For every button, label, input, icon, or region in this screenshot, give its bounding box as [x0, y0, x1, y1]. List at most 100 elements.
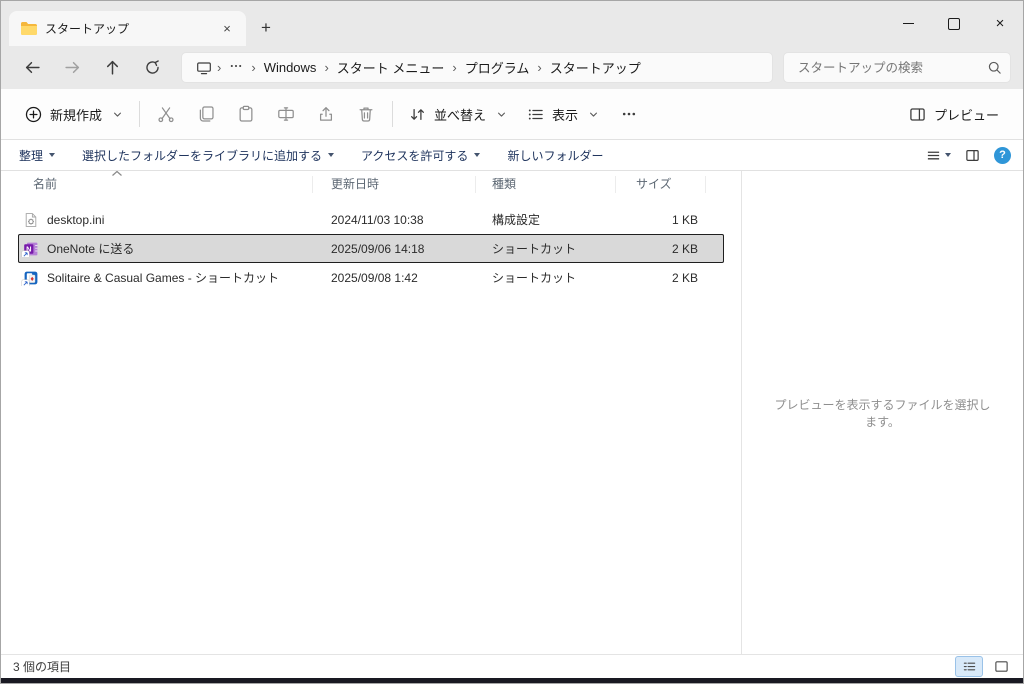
dropdown-triangle-icon: [49, 153, 55, 157]
titlebar: スタートアップ × + ×: [1, 1, 1023, 46]
up-button[interactable]: [95, 52, 129, 84]
rename-button[interactable]: [266, 97, 306, 131]
maximize-button[interactable]: [931, 1, 977, 46]
toolbar: 新規作成 並べ替え: [1, 89, 1023, 140]
more-dots-icon: [621, 106, 637, 122]
cut-icon: [157, 105, 175, 123]
breadcrumb-item-start-menu[interactable]: スタート メニュー: [330, 56, 452, 79]
file-size-cell: 1 KB: [616, 213, 706, 227]
navigation-bar: › › Windows › スタート メニュー › プログラム › スタートアッ…: [1, 46, 1023, 89]
new-folder-label: 新しいフォルダー: [507, 147, 603, 164]
file-row-solitaire-shortcut[interactable]: Solitaire & Casual Games - ショートカット 2025/…: [18, 263, 724, 292]
file-date-cell: 2025/09/06 14:18: [313, 242, 476, 256]
file-name: desktop.ini: [47, 213, 104, 227]
details-view-button[interactable]: [955, 656, 983, 677]
shortcut-arrow-icon: [22, 251, 29, 258]
chevron-right-icon: ›: [536, 60, 542, 75]
this-pc-icon[interactable]: [192, 60, 216, 76]
file-list-pane: 名前 更新日時 種類 サイズ desktop.ini 2024/11/03 10…: [1, 171, 741, 654]
new-button[interactable]: 新規作成: [15, 97, 133, 131]
cut-button[interactable]: [146, 97, 186, 131]
ini-file-icon: [23, 212, 39, 228]
tab-close-icon[interactable]: ×: [216, 18, 238, 40]
paste-icon: [237, 105, 255, 123]
paste-button[interactable]: [226, 97, 266, 131]
more-button[interactable]: [609, 97, 649, 131]
column-header-type[interactable]: 種類: [476, 176, 616, 193]
file-name-cell: Solitaire & Casual Games - ショートカット: [18, 269, 313, 286]
file-explorer-window: スタートアップ × + × ›: [0, 0, 1024, 684]
item-count: 3 個の項目: [13, 658, 71, 675]
sort-ascending-caret-icon: [111, 170, 123, 177]
add-to-library-label: 選択したフォルダーをライブラリに追加する: [82, 147, 322, 164]
share-access-menu[interactable]: アクセスを許可する: [361, 147, 480, 164]
close-button[interactable]: ×: [977, 1, 1023, 46]
view-button[interactable]: 表示: [517, 97, 609, 131]
taskbar-edge: [1, 678, 1023, 683]
list-lines-icon: [926, 148, 941, 163]
minimize-button[interactable]: [885, 1, 931, 46]
preview-toggle-button[interactable]: プレビュー: [899, 97, 1009, 131]
file-row-desktop-ini[interactable]: desktop.ini 2024/11/03 10:38 構成設定 1 KB: [18, 205, 724, 234]
sort-button-label: 並べ替え: [434, 105, 486, 124]
thumbnail-view-icon: [994, 659, 1009, 674]
file-date-cell: 2024/11/03 10:38: [313, 213, 476, 227]
breadcrumb[interactable]: › › Windows › スタート メニュー › プログラム › スタートアッ…: [181, 52, 773, 83]
file-name: Solitaire & Casual Games - ショートカット: [47, 269, 279, 286]
breadcrumb-item-programs[interactable]: プログラム: [458, 56, 537, 79]
chevron-right-icon: ›: [323, 60, 329, 75]
search-input[interactable]: [796, 60, 987, 76]
new-folder-button[interactable]: 新しいフォルダー: [507, 147, 603, 164]
breadcrumb-item-startup[interactable]: スタートアップ: [543, 56, 648, 79]
chevron-down-icon: [588, 109, 599, 120]
back-button[interactable]: [15, 52, 49, 84]
file-row-onenote-shortcut[interactable]: N OneNote に送る 2025/09/06 14:18 ショートカット 2…: [18, 234, 724, 263]
file-size-cell: 2 KB: [616, 271, 706, 285]
column-header-name[interactable]: 名前: [19, 176, 313, 193]
plus-circle-icon: [25, 106, 42, 123]
help-button[interactable]: ?: [994, 147, 1011, 164]
delete-button[interactable]: [346, 97, 386, 131]
search-icon: [987, 60, 1002, 75]
file-size-cell: 2 KB: [616, 242, 706, 256]
organize-menu[interactable]: 整理: [19, 147, 55, 164]
sort-button[interactable]: 並べ替え: [399, 97, 517, 131]
preview-panel-icon: [909, 106, 926, 123]
panel-icon: [965, 148, 980, 163]
copy-button[interactable]: [186, 97, 226, 131]
preview-pane: プレビューを表示するファイルを選択します。: [741, 171, 1023, 654]
status-view-toggles: [955, 656, 1015, 677]
new-button-label: 新規作成: [50, 105, 102, 124]
rename-icon: [277, 105, 295, 123]
dropdown-triangle-icon: [945, 153, 951, 157]
thumbnail-view-button[interactable]: [987, 656, 1015, 677]
back-arrow-icon: [24, 59, 41, 76]
main-area: 名前 更新日時 種類 サイズ desktop.ini 2024/11/03 10…: [1, 171, 1023, 654]
refresh-button[interactable]: [135, 52, 169, 84]
maximize-icon: [948, 18, 960, 30]
chevron-right-icon: ›: [250, 60, 256, 75]
dropdown-triangle-icon: [474, 153, 480, 157]
refresh-icon: [144, 59, 161, 76]
tab-title: スタートアップ: [45, 20, 208, 37]
add-to-library-menu[interactable]: 選択したフォルダーをライブラリに追加する: [82, 147, 334, 164]
breadcrumb-ellipsis[interactable]: [222, 57, 250, 78]
share-icon: [317, 105, 335, 123]
shortcut-arrow-icon: [22, 280, 29, 287]
minimize-icon: [903, 23, 914, 24]
share-access-label: アクセスを許可する: [361, 147, 468, 164]
details-view-icon: [962, 659, 977, 674]
view-button-label: 表示: [552, 105, 578, 124]
forward-button[interactable]: [55, 52, 89, 84]
column-header-date-modified[interactable]: 更新日時: [313, 176, 476, 193]
new-tab-button[interactable]: +: [252, 14, 280, 42]
preview-pane-button[interactable]: [965, 148, 980, 163]
change-view-button[interactable]: [926, 148, 951, 163]
breadcrumb-item-windows[interactable]: Windows: [257, 58, 324, 77]
tab-startup[interactable]: スタートアップ ×: [9, 11, 246, 46]
share-button[interactable]: [306, 97, 346, 131]
status-bar: 3 個の項目: [1, 654, 1023, 678]
toolbar-separator: [139, 101, 140, 127]
folder-icon: [21, 22, 37, 35]
column-header-size[interactable]: サイズ: [616, 176, 706, 193]
